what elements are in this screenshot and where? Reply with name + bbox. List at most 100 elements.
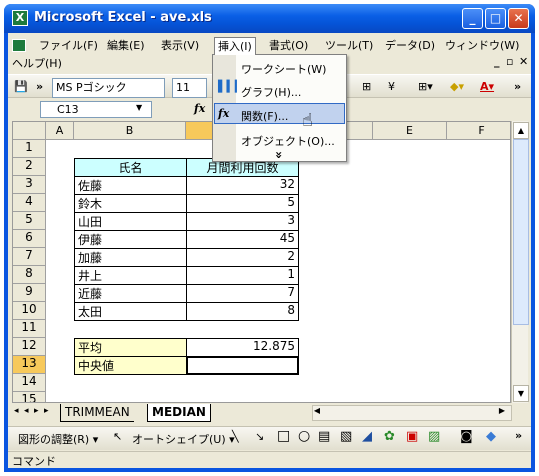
excel-app-icon[interactable]: X	[12, 10, 28, 26]
menu-item-object[interactable]: オブジェクト(O)...	[241, 133, 335, 149]
scroll-down-icon[interactable]: ▼	[513, 385, 529, 402]
name-cell[interactable]: 山田	[74, 212, 187, 231]
row-header-8[interactable]: 8	[13, 266, 46, 284]
expand-menu-icon[interactable]: »	[272, 151, 286, 159]
menu-item-worksheet[interactable]: ワークシート(W)	[241, 61, 326, 77]
rectangle-tool-icon[interactable]: □	[277, 428, 290, 444]
font-name-combo[interactable]: MS Pゴシック	[52, 78, 165, 98]
row-header-13[interactable]: 13	[13, 356, 46, 374]
scroll-up-icon[interactable]: ▲	[513, 122, 529, 139]
tab-nav-first-icon[interactable]: ◂	[14, 406, 19, 416]
save-icon[interactable]: 💾	[14, 78, 28, 96]
menu-insert[interactable]: 挿入(I)	[214, 37, 256, 55]
doc-restore-button[interactable]: ▫	[506, 55, 513, 68]
close-button[interactable]: ✕	[508, 8, 529, 29]
menu-window[interactable]: ウィンドウ(W)	[442, 37, 522, 54]
count-cell[interactable]: 7	[186, 284, 299, 303]
menu-file[interactable]: ファイル(F)	[36, 37, 101, 54]
menu-item-chart[interactable]: グラフ(H)...	[241, 84, 301, 100]
menu-format[interactable]: 書式(O)	[266, 37, 311, 54]
oval-tool-icon[interactable]: ○	[298, 428, 310, 444]
average-label-cell[interactable]: 平均	[74, 338, 187, 357]
name-cell[interactable]: 佐藤	[74, 176, 187, 195]
document-icon[interactable]	[12, 39, 26, 52]
picture-icon[interactable]: ▣	[406, 429, 418, 444]
row-header-15[interactable]: 15	[13, 392, 46, 402]
name-cell[interactable]: 鈴木	[74, 194, 187, 213]
currency-icon[interactable]: ¥	[388, 78, 395, 96]
font-size-combo[interactable]: 11	[172, 78, 207, 98]
row-header-9[interactable]: 9	[13, 284, 46, 302]
row-header-5[interactable]: 5	[13, 212, 46, 230]
wordart-icon[interactable]: ▧	[340, 429, 352, 444]
tab-nav-next-icon[interactable]: ▸	[34, 406, 39, 416]
maximize-button[interactable]: □	[485, 8, 506, 29]
worksheet-grid[interactable]: A B C D E F 1 2 3 4 5 6 7 8 9 10 11 12 1…	[12, 121, 511, 403]
menu-item-function[interactable]: 関数(F)...	[241, 108, 288, 124]
horizontal-scrollbar[interactable]	[312, 405, 512, 421]
line-tool-icon[interactable]: ╲	[232, 430, 239, 443]
tab-trimmean[interactable]: TRIMMEAN	[60, 404, 134, 422]
row-header-6[interactable]: 6	[13, 230, 46, 248]
count-cell[interactable]: 32	[186, 176, 299, 195]
toolbar-overflow-icon-2[interactable]: »	[514, 78, 521, 96]
count-cell[interactable]: 5	[186, 194, 299, 213]
count-cell[interactable]: 45	[186, 230, 299, 249]
textbox-tool-icon[interactable]: ▤	[318, 429, 330, 444]
menu-data[interactable]: データ(D)	[382, 37, 438, 54]
toolbar-overflow-icon[interactable]: »	[36, 78, 43, 96]
scroll-left-icon[interactable]: ◀	[312, 406, 322, 420]
scroll-thumb[interactable]	[513, 139, 529, 325]
active-cell-c13[interactable]	[186, 356, 299, 375]
adjust-shapes-menu[interactable]: 図形の調整(R) ▾	[18, 431, 98, 447]
shadow-icon[interactable]: ◙	[460, 429, 473, 444]
menu-help[interactable]: ヘルプ(H)	[12, 55, 62, 71]
font-color-icon[interactable]: A▾	[480, 78, 494, 96]
insert-picture-icon[interactable]: ▨	[428, 429, 440, 444]
row-header-4[interactable]: 4	[13, 194, 46, 212]
insert-function-icon[interactable]: fx	[194, 102, 205, 115]
borders-icon[interactable]: ⊞▾	[418, 78, 433, 96]
column-header-a[interactable]: A	[46, 122, 74, 140]
minimize-button[interactable]: _	[462, 8, 483, 29]
clipart-icon[interactable]: ✿	[384, 429, 395, 444]
count-cell[interactable]: 8	[186, 302, 299, 321]
select-all-corner[interactable]	[13, 122, 46, 140]
row-header-7[interactable]: 7	[13, 248, 46, 266]
column-header-b[interactable]: B	[74, 122, 186, 140]
toolbar-overflow-icon-3[interactable]: »	[515, 429, 522, 442]
header-cell-name[interactable]: 氏名	[74, 158, 187, 177]
name-cell[interactable]: 伊藤	[74, 230, 187, 249]
arrow-tool-icon[interactable]: ↘	[255, 430, 264, 443]
chevron-down-icon[interactable]: ▼	[136, 103, 142, 112]
autoshape-menu[interactable]: オートシェイプ(U) ▾	[132, 431, 235, 447]
row-header-2[interactable]: 2	[13, 158, 46, 176]
median-label-cell[interactable]: 中央値	[74, 356, 187, 375]
doc-close-button[interactable]: ✕	[519, 55, 528, 68]
merge-center-icon[interactable]: ⊞	[362, 78, 371, 96]
vertical-scrollbar[interactable]: ▲ ▼	[511, 121, 529, 403]
tab-nav-prev-icon[interactable]: ◂	[24, 406, 29, 416]
column-header-e[interactable]: E	[373, 122, 447, 140]
name-cell[interactable]: 井上	[74, 266, 187, 285]
tab-nav-last-icon[interactable]: ▸	[44, 406, 49, 416]
count-cell[interactable]: 2	[186, 248, 299, 267]
row-header-12[interactable]: 12	[13, 338, 46, 356]
tab-median[interactable]: MEDIAN	[147, 404, 211, 422]
menu-edit[interactable]: 編集(E)	[104, 37, 148, 54]
name-cell[interactable]: 太田	[74, 302, 187, 321]
3d-icon[interactable]: ◆	[486, 429, 496, 444]
menu-view[interactable]: 表示(V)	[158, 37, 202, 54]
count-cell[interactable]: 1	[186, 266, 299, 285]
row-header-14[interactable]: 14	[13, 374, 46, 392]
fill-color-icon[interactable]: ◆▾	[450, 78, 464, 96]
row-header-3[interactable]: 3	[13, 176, 46, 194]
average-value-cell[interactable]: 12.875	[186, 338, 299, 357]
name-cell[interactable]: 加藤	[74, 248, 187, 267]
diagram-icon[interactable]: ◢	[362, 429, 372, 444]
name-cell[interactable]: 近藤	[74, 284, 187, 303]
column-header-f[interactable]: F	[447, 122, 510, 140]
menu-tools[interactable]: ツール(T)	[322, 37, 376, 54]
doc-minimize-button[interactable]: _	[494, 55, 500, 68]
row-header-1[interactable]: 1	[13, 140, 46, 158]
